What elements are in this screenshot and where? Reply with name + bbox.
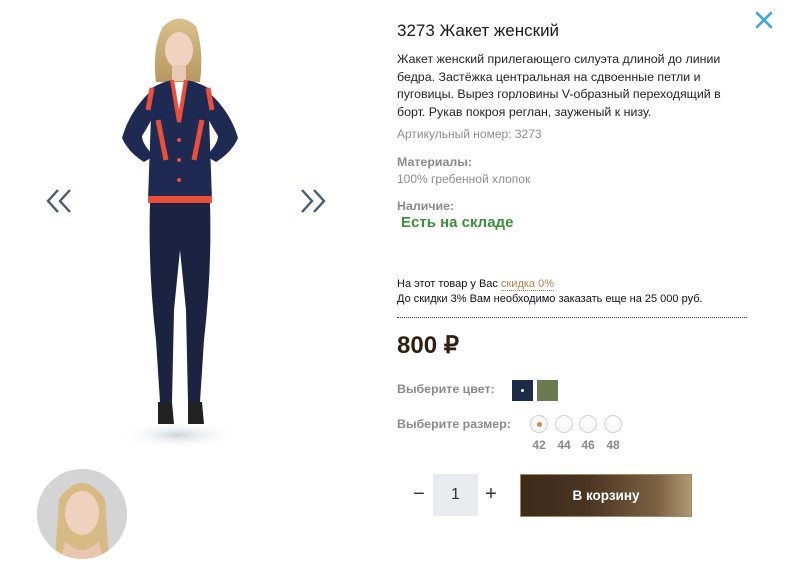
thumbnail-portrait-image — [37, 469, 127, 559]
page-title: 3273 Жакет женский — [397, 21, 560, 40]
divider — [397, 317, 747, 318]
product-thumbnail[interactable] — [37, 469, 127, 559]
color-label: Выберите цвет: — [397, 382, 495, 396]
discount-prefix: На этот товар у Вас — [397, 278, 501, 290]
discount-link[interactable]: скидка 0% — [500, 278, 554, 291]
radio-icon[interactable] — [604, 415, 622, 433]
stock-label: Наличие: — [397, 199, 455, 213]
chevron-double-left-icon[interactable] — [44, 186, 74, 216]
product-price: 800 ₽ — [397, 332, 459, 359]
radio-icon[interactable] — [579, 415, 597, 433]
quantity-input[interactable] — [433, 474, 478, 516]
size-option-44[interactable]: 44 — [555, 415, 575, 452]
size-option-42[interactable]: 42 — [530, 415, 550, 452]
size-value: 42 — [532, 438, 546, 452]
size-option-48[interactable]: 48 — [604, 415, 624, 452]
product-main-image — [118, 18, 238, 449]
discount-info: На этот товар у Вас скидка 0% — [397, 278, 554, 291]
materials-value: 100% гребенной хлопок — [397, 172, 531, 186]
add-to-cart-button[interactable]: В корзину — [520, 474, 692, 517]
product-description: Жакет женский прилегающего силуэта длино… — [397, 52, 721, 119]
quantity-decrease-button[interactable]: − — [411, 474, 427, 514]
radio-icon[interactable] — [555, 415, 573, 433]
size-option-46[interactable]: 46 — [579, 415, 599, 452]
discount-note: До скидки 3% Вам необходимо заказать еще… — [397, 293, 703, 305]
article-number: Артикульный номер: 3273 — [397, 127, 542, 141]
color-swatch-navy[interactable] — [512, 380, 533, 401]
size-value: 46 — [581, 438, 595, 452]
radio-icon[interactable] — [530, 415, 548, 433]
stock-status: Есть на складе — [401, 214, 514, 231]
size-value: 48 — [606, 438, 620, 452]
quantity-increase-button[interactable]: + — [483, 474, 499, 514]
size-value: 44 — [557, 438, 571, 452]
materials-label: Материалы: — [397, 155, 472, 169]
chevron-double-right-icon[interactable] — [298, 186, 328, 216]
size-label: Выберите размер: — [397, 417, 511, 431]
color-swatch-olive[interactable] — [537, 380, 558, 401]
close-icon[interactable] — [754, 10, 774, 30]
